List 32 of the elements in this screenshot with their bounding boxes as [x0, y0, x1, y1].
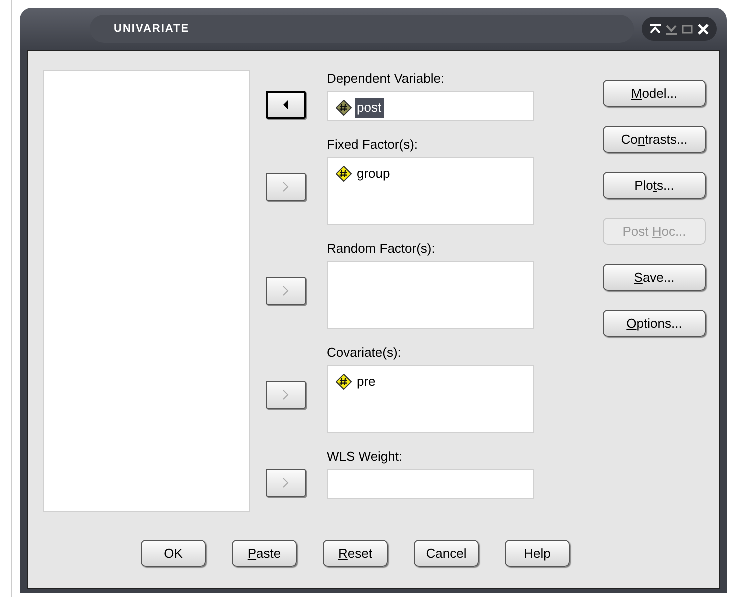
variable-icon [336, 100, 352, 116]
dialog-button[interactable]: Save... [603, 264, 706, 291]
box-label: WLS Weight: [327, 448, 404, 466]
dialog-button[interactable]: Plots... [603, 172, 706, 199]
box-label: Covariate(s): [327, 344, 402, 362]
variable-item[interactable]: post [355, 98, 384, 118]
window-title: UNIVARIATE [114, 22, 190, 37]
dialog-button[interactable]: Cancel [414, 540, 479, 567]
dialog-button[interactable]: Help [505, 540, 570, 567]
collapse-icon[interactable] [650, 24, 661, 34]
box-label: Random Factor(s): [327, 240, 436, 258]
variable-item[interactable]: group [355, 164, 392, 184]
box-label: Dependent Variable: [327, 70, 446, 88]
variable-item[interactable]: pre [355, 372, 378, 392]
list-box[interactable]: pre [327, 365, 534, 433]
move-button[interactable] [266, 91, 306, 119]
close-icon[interactable] [698, 24, 709, 34]
input-field[interactable] [327, 469, 534, 499]
dialog-button[interactable]: Model... [603, 80, 706, 107]
dialog-button[interactable]: Contrasts... [603, 126, 706, 153]
variable-icon [336, 374, 352, 390]
expand-icon[interactable] [666, 24, 677, 34]
dialog-button[interactable]: Options... [603, 310, 706, 337]
variable-icon [336, 166, 352, 182]
maximize-icon[interactable] [682, 24, 693, 34]
box-label: Fixed Factor(s): [327, 136, 420, 154]
dialog-button[interactable]: OK [141, 540, 206, 567]
list-box[interactable]: group [327, 157, 534, 225]
dialog-button[interactable]: Reset [323, 540, 388, 567]
dialog-button[interactable]: Paste [232, 540, 297, 567]
left-arrow-icon [283, 100, 289, 110]
input-field[interactable]: post [327, 91, 534, 121]
